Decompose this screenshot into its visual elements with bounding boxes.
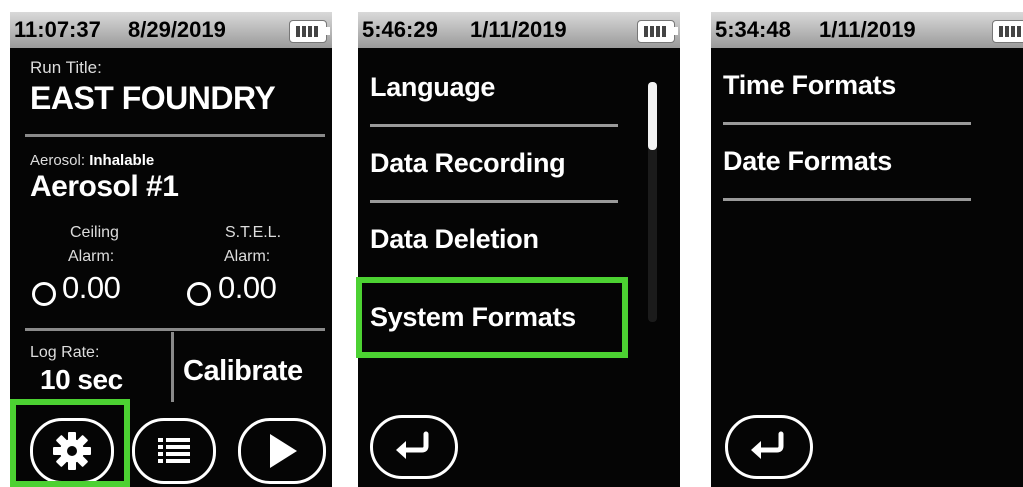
- ceiling-alarm-label: Alarm:: [68, 248, 115, 265]
- status-time: 11:07:37: [14, 17, 101, 42]
- status-time: 5:46:29: [362, 17, 438, 42]
- return-arrow-icon: [751, 431, 784, 459]
- ceiling-alarm-value[interactable]: 0.00: [62, 270, 121, 306]
- menu-item-data-deletion[interactable]: Data Deletion: [370, 224, 539, 255]
- status-bar: 5:46:29 1/11/2019: [358, 12, 680, 48]
- status-date: 1/11/2019: [470, 17, 567, 42]
- divider: [25, 328, 325, 331]
- menu-item-data-recording[interactable]: Data Recording: [370, 148, 566, 179]
- divider: [723, 122, 971, 125]
- aerosol-type: Inhalable: [89, 152, 155, 169]
- battery-icon: [290, 21, 330, 42]
- settings-menu-screen: 5:46:29 1/11/2019 Language Data Recordin…: [358, 12, 680, 487]
- stel-label: S.T.E.L.: [225, 224, 282, 241]
- highlight-settings-button: [10, 399, 130, 487]
- menu-item-language[interactable]: Language: [370, 72, 495, 103]
- highlight-system-formats: [356, 277, 628, 358]
- stel-alarm-value[interactable]: 0.00: [218, 270, 277, 306]
- ceiling-alarm-indicator: [32, 282, 56, 306]
- log-rate-value[interactable]: 10 sec: [40, 364, 123, 396]
- divider: [370, 200, 618, 203]
- play-button[interactable]: [238, 418, 326, 484]
- status-date: 1/11/2019: [819, 17, 916, 42]
- divider: [25, 134, 325, 137]
- menu-item-time-formats[interactable]: Time Formats: [723, 70, 896, 101]
- play-icon: [270, 434, 297, 468]
- back-button[interactable]: [725, 415, 813, 479]
- status-bar: 5:34:48 1/11/2019: [711, 12, 1023, 48]
- stel-alarm-label: Alarm:: [224, 248, 271, 265]
- status-bar: 11:07:37 8/29/2019: [10, 12, 332, 48]
- stel-alarm-indicator: [187, 282, 211, 306]
- status-time: 5:34:48: [715, 17, 791, 42]
- list-button[interactable]: [132, 418, 216, 484]
- back-button[interactable]: [370, 415, 458, 479]
- battery-icon: [638, 21, 678, 42]
- divider: [370, 124, 618, 127]
- menu-item-date-formats[interactable]: Date Formats: [723, 146, 892, 177]
- battery-icon: [993, 21, 1023, 42]
- divider: [723, 198, 971, 201]
- log-rate-label: Log Rate:: [30, 344, 100, 361]
- aerosol-name[interactable]: Aerosol #1: [30, 170, 179, 204]
- aerosol-label-text: Aerosol:: [30, 152, 86, 169]
- status-date: 8/29/2019: [128, 17, 226, 42]
- run-title-value[interactable]: EAST FOUNDRY: [30, 80, 276, 117]
- divider: [171, 332, 174, 402]
- run-title-label: Run Title:: [30, 58, 102, 77]
- list-icon: [158, 438, 190, 463]
- system-formats-screen: 5:34:48 1/11/2019 Time Formats Date Form…: [711, 12, 1023, 487]
- aerosol-label: Aerosol: Inhalable: [30, 152, 154, 169]
- ceiling-label: Ceiling: [70, 224, 119, 241]
- return-arrow-icon: [396, 431, 429, 459]
- calibrate-button[interactable]: Calibrate: [183, 355, 303, 388]
- scrollbar-thumb[interactable]: [648, 82, 657, 150]
